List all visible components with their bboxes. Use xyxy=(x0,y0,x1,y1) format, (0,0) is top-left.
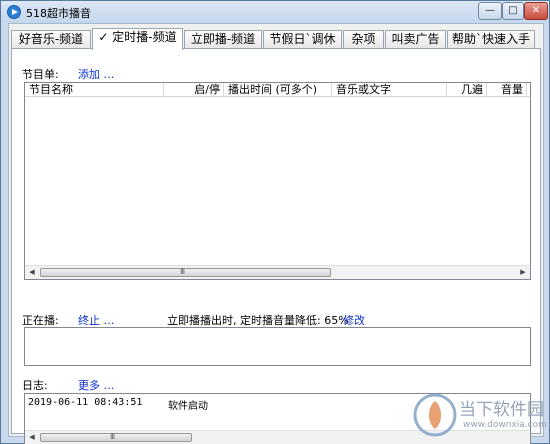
scroll-thumb[interactable]: III xyxy=(40,267,331,277)
tab-panel-scheduled: 节目单: 添加 … 节目名称 启/停 播出时间 (可多个) 音乐或文字 几遍 音… xyxy=(11,48,541,444)
program-list-header: 节目名称 启/停 播出时间 (可多个) 音乐或文字 几遍 音量 xyxy=(25,83,530,97)
log-box[interactable]: 2019-06-11 08:43:51 软件启动 ◀ III xyxy=(24,393,531,444)
scroll-grip-icon: III xyxy=(180,267,185,276)
column-on-off[interactable]: 启/停 xyxy=(164,83,224,97)
more-log-link[interactable]: 更多 … xyxy=(78,377,115,393)
column-repeat-count[interactable]: 几遍 xyxy=(447,83,487,97)
tab-ads[interactable]: 叫卖广告 xyxy=(385,30,446,49)
tab-holidays[interactable]: 节假日`调休 xyxy=(263,30,342,49)
tab-misc[interactable]: 杂项 xyxy=(343,30,384,49)
now-playing-box xyxy=(24,327,531,366)
client-area: 好音乐-频道 ✓ 定时播-频道 立即播-频道 节假日`调休 杂项 叫卖广告 帮助… xyxy=(8,23,544,444)
tab-scheduled-play[interactable]: ✓ 定时播-频道 xyxy=(92,28,183,50)
log-scroll-grip-icon: III xyxy=(110,432,115,441)
title-bar[interactable]: 518超市播音 — □ ✕ xyxy=(1,1,549,23)
add-program-link[interactable]: 添加 … xyxy=(78,66,115,82)
minimize-button[interactable]: — xyxy=(478,2,502,20)
column-volume[interactable]: 音量 xyxy=(487,83,527,97)
stop-playing-link[interactable]: 终止 … xyxy=(78,312,115,328)
column-air-time[interactable]: 播出时间 (可多个) xyxy=(224,83,332,97)
log-entry-time: 2019-06-11 08:43:51 xyxy=(28,397,143,408)
tab-bar: 好音乐-频道 ✓ 定时播-频道 立即播-频道 节假日`调休 杂项 叫卖广告 帮助… xyxy=(9,28,543,50)
log-entry-message: 软件启动 xyxy=(168,401,208,412)
scroll-left-arrow-icon[interactable]: ◀ xyxy=(25,266,39,279)
scroll-right-arrow-icon[interactable]: ▶ xyxy=(516,266,530,279)
edit-volume-link[interactable]: 修改 xyxy=(343,312,365,328)
program-list[interactable]: 节目名称 启/停 播出时间 (可多个) 音乐或文字 几遍 音量 ◀ III ▶ xyxy=(24,82,531,280)
log-horizontal-scrollbar[interactable]: ◀ III xyxy=(25,430,530,444)
window-title: 518超市播音 xyxy=(26,7,91,20)
log-scroll-left-arrow-icon[interactable]: ◀ xyxy=(25,431,39,444)
now-playing-label: 正在播: xyxy=(22,314,59,327)
tab-help[interactable]: 帮助`快速入手 xyxy=(447,30,535,49)
program-horizontal-scrollbar[interactable]: ◀ III ▶ xyxy=(25,265,530,279)
column-program-name[interactable]: 节目名称 xyxy=(25,83,164,97)
app-play-icon xyxy=(7,5,21,19)
column-music-or-text[interactable]: 音乐或文字 xyxy=(332,83,447,97)
tab-instant-play[interactable]: 立即播-频道 xyxy=(184,30,262,49)
close-button[interactable]: ✕ xyxy=(524,2,548,20)
log-label: 日志: xyxy=(22,379,48,392)
maximize-button[interactable]: □ xyxy=(502,2,524,20)
volume-duck-info: 立即播播出时, 定时播音量降低: 65% xyxy=(167,314,349,327)
log-scroll-thumb[interactable]: III xyxy=(40,432,192,442)
tab-good-music[interactable]: 好音乐-频道 xyxy=(11,30,91,49)
app-window: 518超市播音 — □ ✕ 好音乐-频道 ✓ 定时播-频道 立即播-频道 节假日… xyxy=(0,0,550,444)
program-list-label: 节目单: xyxy=(22,68,59,81)
